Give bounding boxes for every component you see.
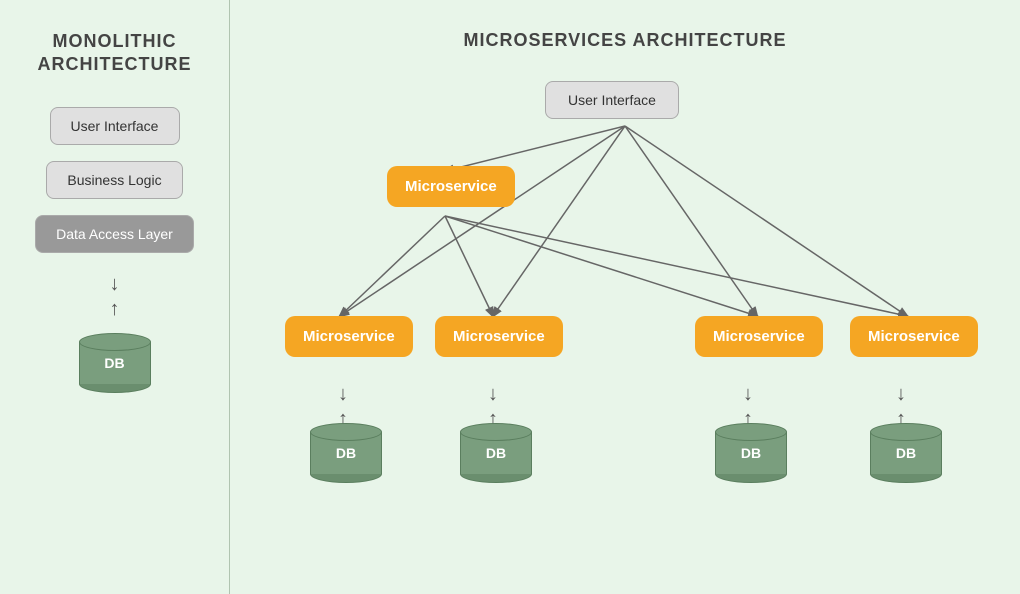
ms-db-1: DB <box>310 423 382 483</box>
ms-box-3: Microservice <box>695 316 823 357</box>
mono-ui-box: User Interface <box>50 107 180 145</box>
mono-business-box: Business Logic <box>46 161 182 199</box>
ms-db-4: DB <box>870 423 942 483</box>
ms-ui-box: User Interface <box>545 81 679 119</box>
main-container: MONOLITHIC ARCHITECTURE User Interface B… <box>0 0 1020 594</box>
mono-dal-box: Data Access Layer <box>35 215 194 253</box>
ms-top-box: Microservice <box>387 166 515 207</box>
right-panel: MICROSERVICES ARCHITECTURE <box>230 0 1020 594</box>
left-panel: MONOLITHIC ARCHITECTURE User Interface B… <box>0 0 230 594</box>
monolithic-title: MONOLITHIC ARCHITECTURE <box>38 30 192 77</box>
mono-db: DB <box>79 333 151 393</box>
ms-db-2: DB <box>460 423 532 483</box>
ms-box-2: Microservice <box>435 316 563 357</box>
ms-box-1: Microservice <box>285 316 413 357</box>
ms-box-4: Microservice <box>850 316 978 357</box>
mono-db-arrows: ↓ ↑ <box>110 273 120 321</box>
microservices-title: MICROSERVICES ARCHITECTURE <box>463 30 786 51</box>
ms-db-3: DB <box>715 423 787 483</box>
mono-db-top <box>79 333 151 351</box>
mono-db-label: DB <box>104 355 124 371</box>
diagram-area: User Interface Microservice Microservice… <box>235 71 1015 571</box>
